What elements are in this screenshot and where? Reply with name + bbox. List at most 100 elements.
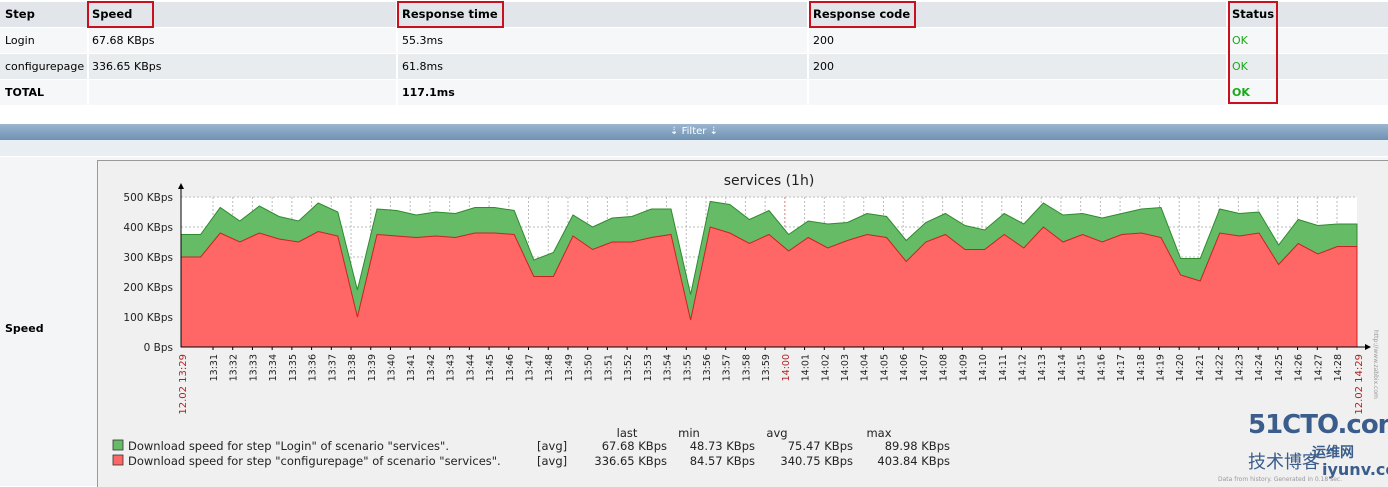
y-tick-label: 0 Bps xyxy=(144,342,173,354)
watermark-ops: 运维网 xyxy=(1312,445,1354,461)
legend-value-last: 67.68 KBps xyxy=(602,439,667,453)
y-tick-label: 400 KBps xyxy=(123,222,173,234)
legend-value-avg: 75.47 KBps xyxy=(788,439,853,453)
x-tick-label: 13:54 xyxy=(663,354,674,381)
cell-step: configurepage xyxy=(5,60,85,73)
legend-column-header: min xyxy=(678,426,700,440)
x-tick-label: 14:22 xyxy=(1215,354,1226,381)
legend-swatch xyxy=(112,439,124,451)
legend-column-header: max xyxy=(866,426,891,440)
x-tick-label: 13:35 xyxy=(288,354,299,381)
double-chevron-down-icon: ⇣ xyxy=(709,126,718,137)
speed-row-label: Speed xyxy=(5,322,44,335)
x-start-label: 12.02 13:29 xyxy=(178,354,189,415)
x-tick-label: 14:23 xyxy=(1234,354,1245,381)
x-tick-label: 14:17 xyxy=(1116,354,1127,381)
x-tick-label: 13:34 xyxy=(268,354,279,381)
header-response-time[interactable]: Response time xyxy=(402,2,498,27)
legend-func: [avg] xyxy=(537,439,567,453)
cell-status: OK xyxy=(1232,60,1248,73)
speed-area-chart[interactable]: services (1h) 500 KBps 400 KBps 300 KBps 200… xyxy=(97,160,1388,486)
x-tick-label: 13:52 xyxy=(623,354,634,381)
filter-label: Filter xyxy=(681,126,707,137)
x-tick-label: 14:11 xyxy=(998,354,1009,381)
legend-value-min: 48.73 KBps xyxy=(690,439,755,453)
cell-response-time: 55.3ms xyxy=(402,34,443,47)
cell-status: OK xyxy=(1232,34,1248,47)
x-tick-label: 13:33 xyxy=(248,354,259,381)
legend-column-header: last xyxy=(617,426,638,440)
cell-step: Login xyxy=(5,34,35,47)
double-chevron-down-icon: ⇣ xyxy=(670,126,679,137)
x-tick-label: 13:50 xyxy=(584,354,595,381)
x-tick-label: 14:14 xyxy=(1057,354,1068,381)
x-tick-label: 14:02 xyxy=(820,354,831,381)
header-step[interactable]: Step xyxy=(5,2,35,27)
legend-value-last: 336.65 KBps xyxy=(594,454,667,468)
x-tick-label: 13:40 xyxy=(386,354,397,381)
legend-entry-label: Download speed for step "Login" of scena… xyxy=(128,439,449,453)
x-tick-label: 14:03 xyxy=(840,354,851,381)
watermark-tech-blog: 技术博客 xyxy=(1248,452,1320,473)
x-tick-label: 14:07 xyxy=(919,354,930,381)
cell-status: OK xyxy=(1232,86,1250,99)
x-tick-label: 13:41 xyxy=(406,354,417,381)
legend-entry-label: Download speed for step "configurepage" … xyxy=(128,454,501,468)
x-tick-label: 14:08 xyxy=(939,354,950,381)
table-header-row: Step Speed Response time Response code S… xyxy=(0,2,1388,27)
watermark-51cto: 51CTO.com xyxy=(1248,410,1388,440)
y-tick-label: 100 KBps xyxy=(123,312,173,324)
x-tick-label: 14:05 xyxy=(879,354,890,381)
table-row: Login 67.68 KBps 55.3ms 200 OK xyxy=(0,28,1388,53)
x-tick-label: 14:16 xyxy=(1096,354,1107,381)
x-tick-label: 14:09 xyxy=(958,354,969,381)
header-status[interactable]: Status xyxy=(1232,2,1274,27)
legend-value-max: 89.98 KBps xyxy=(885,439,950,453)
table-row-total: TOTAL 117.1ms OK xyxy=(0,80,1388,105)
x-tick-label: 14:13 xyxy=(1037,354,1048,381)
x-tick-label: 14:01 xyxy=(801,354,812,381)
legend-value-max: 403.84 KBps xyxy=(877,454,950,468)
x-tick-label: 13:58 xyxy=(741,354,752,381)
cell-speed: 67.68 KBps xyxy=(92,34,155,47)
x-tick-label: 14:18 xyxy=(1136,354,1147,381)
x-tick-label: 13:37 xyxy=(327,354,338,381)
cell-response-code: 200 xyxy=(813,60,834,73)
y-axis-arrow xyxy=(178,183,184,189)
cell-response-time: 61.8ms xyxy=(402,60,443,73)
x-tick-label: 14:24 xyxy=(1254,354,1265,381)
x-tick-label: 13:53 xyxy=(643,354,654,381)
x-axis-arrow xyxy=(1365,344,1371,350)
x-tick-label: 13:55 xyxy=(682,354,693,381)
x-tick-label: 14:04 xyxy=(860,354,871,381)
x-tick-label: 14:27 xyxy=(1313,354,1324,381)
filter-toggle-bar[interactable]: ⇣ Filter ⇣ xyxy=(0,124,1388,140)
x-tick-label: 13:56 xyxy=(702,354,713,381)
x-tick-label: 13:57 xyxy=(722,354,733,381)
cell-speed: 336.65 KBps xyxy=(92,60,162,73)
graph-side-note: http://www.zabbix.com xyxy=(1372,330,1379,399)
chart-title: services (1h) xyxy=(724,173,815,189)
x-tick-label: 14:25 xyxy=(1274,354,1285,381)
x-tick-label: 13:42 xyxy=(426,354,437,381)
x-tick-label: 14:26 xyxy=(1294,354,1305,381)
x-tick-label: 14:19 xyxy=(1156,354,1167,381)
filter-spacer xyxy=(0,140,1388,156)
x-tick-label: 13:32 xyxy=(229,354,240,381)
x-tick-label: 13:47 xyxy=(525,354,536,381)
x-tick-label: 13:43 xyxy=(446,354,457,381)
x-tick-label: 14:10 xyxy=(978,354,989,381)
x-tick-label: 13:48 xyxy=(544,354,555,381)
header-speed[interactable]: Speed xyxy=(92,2,132,27)
x-tick-label: 13:46 xyxy=(505,354,516,381)
graph-footnote: Data from history. Generated in 0.18 sec… xyxy=(1218,476,1343,483)
y-tick-label: 500 KBps xyxy=(123,192,173,204)
legend-value-min: 84.57 KBps xyxy=(690,454,755,468)
x-tick-label: 14:20 xyxy=(1175,354,1186,381)
legend-func: [avg] xyxy=(537,454,567,468)
header-response-code[interactable]: Response code xyxy=(813,2,910,27)
x-tick-label: 13:51 xyxy=(603,354,614,381)
x-tick-label: 14:21 xyxy=(1195,354,1206,381)
cell-step: TOTAL xyxy=(5,86,45,99)
x-tick-label: 14:12 xyxy=(1017,354,1028,381)
